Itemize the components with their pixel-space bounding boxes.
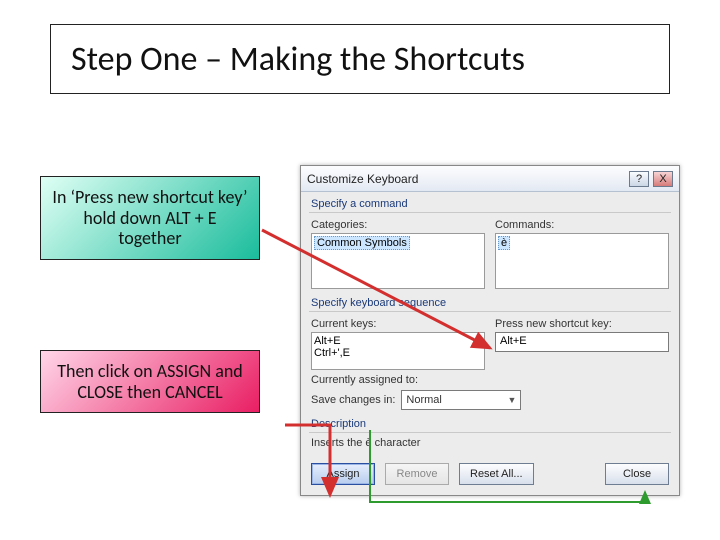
callout-assign-close: Then click on ASSIGN and CLOSE then CANC…: [40, 350, 260, 413]
label-save-changes-in: Save changes in:: [311, 394, 395, 406]
label-press-new: Press new shortcut key:: [495, 318, 669, 330]
label-categories: Categories:: [311, 219, 485, 231]
label-current-keys: Current keys:: [311, 318, 485, 330]
group-description: Description: [301, 412, 679, 432]
reset-all-button[interactable]: Reset All...: [459, 463, 534, 485]
group-specify-command: Specify a command: [301, 192, 679, 212]
close-button[interactable]: Close: [605, 463, 669, 485]
press-new-shortcut-input[interactable]: Alt+E: [495, 332, 669, 352]
category-item[interactable]: Common Symbols: [314, 236, 410, 250]
dialog-titlebar: Customize Keyboard ? X: [301, 166, 679, 192]
group-specify-sequence: Specify keyboard sequence: [301, 291, 679, 311]
assign-button[interactable]: Assign: [311, 463, 375, 485]
command-item[interactable]: è: [498, 236, 510, 250]
categories-listbox[interactable]: Common Symbols: [311, 233, 485, 289]
help-button[interactable]: ?: [629, 171, 649, 187]
page-title: Step One – Making the Shortcuts: [50, 24, 670, 94]
callout-press-new: In ‘Press new shortcut key’ hold down AL…: [40, 176, 260, 260]
window-close-button[interactable]: X: [653, 171, 673, 187]
save-changes-in-select[interactable]: Normal ▼: [401, 390, 521, 410]
description-text: Inserts the è character: [301, 437, 679, 455]
label-commands: Commands:: [495, 219, 669, 231]
customize-keyboard-dialog: Customize Keyboard ? X Specify a command…: [300, 165, 680, 496]
current-keys-listbox[interactable]: Alt+E Ctrl+',E: [311, 332, 485, 370]
remove-button[interactable]: Remove: [385, 463, 449, 485]
label-currently-assigned: Currently assigned to:: [311, 374, 418, 386]
chevron-down-icon: ▼: [507, 395, 516, 405]
commands-listbox[interactable]: è: [495, 233, 669, 289]
dialog-title: Customize Keyboard: [307, 172, 418, 186]
save-changes-in-value: Normal: [406, 394, 441, 406]
